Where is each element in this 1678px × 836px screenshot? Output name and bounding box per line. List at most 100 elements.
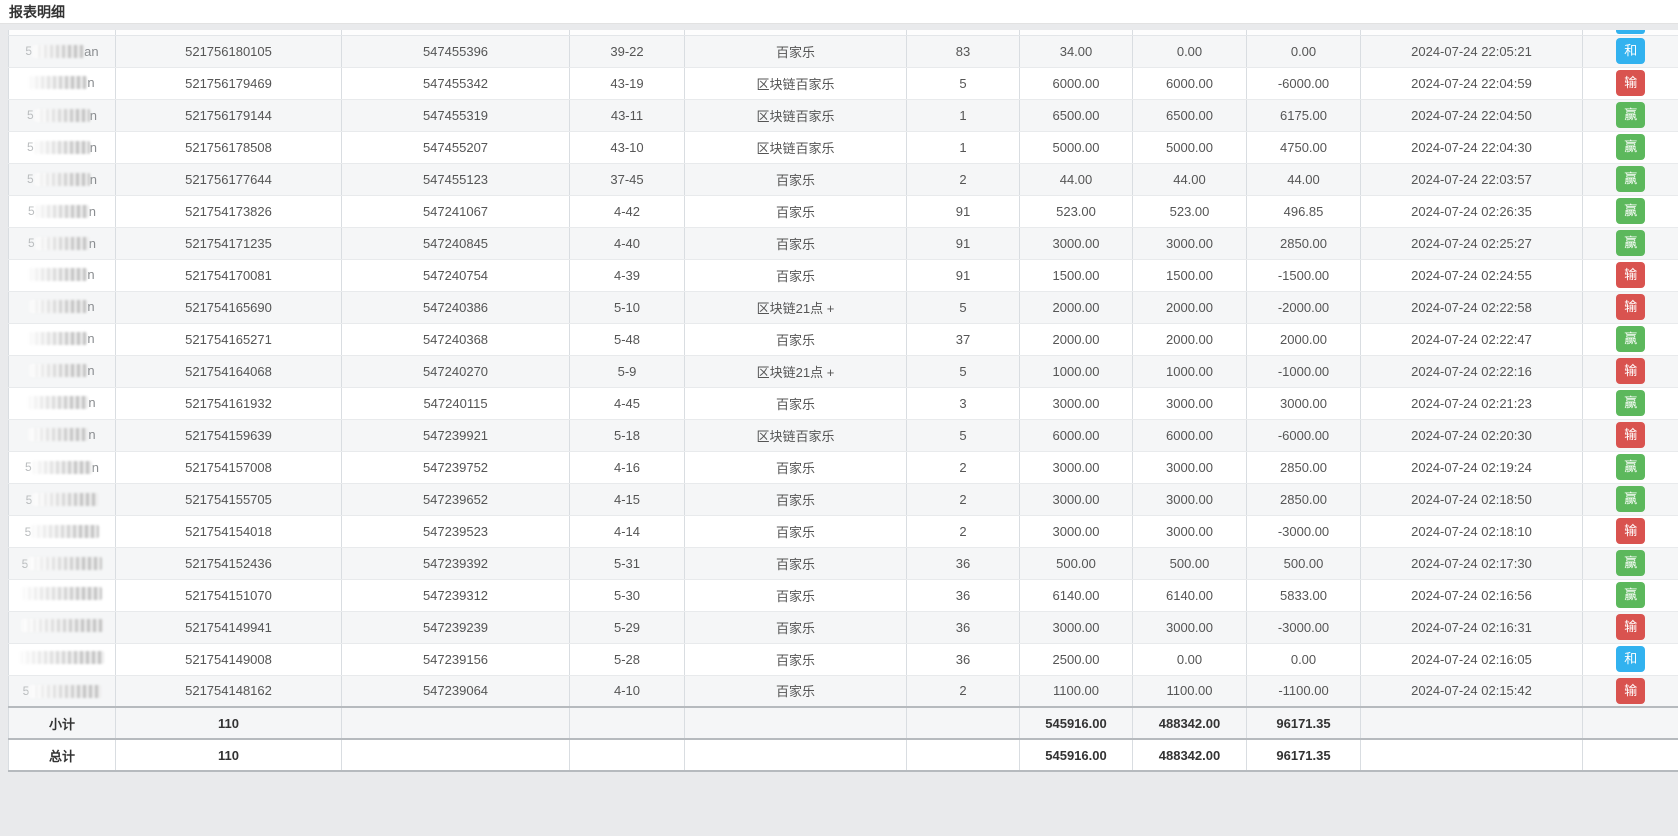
username-cell	[9, 643, 116, 675]
bet-time-cell: 2024-07-24 02:18:50	[1361, 483, 1583, 515]
status-cell: 输	[1583, 419, 1678, 451]
bet-time-cell: 2024-07-24 02:26:35	[1361, 195, 1583, 227]
status-badge-lose: 输	[1616, 358, 1645, 384]
username-cell: 5	[9, 515, 116, 547]
valid-amount-cell: 2000.00	[1133, 291, 1247, 323]
round-no-cell: 547239156	[342, 643, 570, 675]
table-row: 5217541499415472392395-29百家乐363000.00300…	[9, 611, 1678, 643]
username-cell: n	[9, 355, 116, 387]
valid-amount-cell: 0.00	[1133, 643, 1247, 675]
bet-time-cell: 2024-07-24 02:16:31	[1361, 611, 1583, 643]
username-cell: n	[9, 291, 116, 323]
redacted-username	[29, 364, 87, 377]
status-cell: 赢	[1583, 483, 1678, 515]
table-row: 55217541540185472395234-14百家乐23000.00300…	[9, 515, 1678, 547]
bet-amount-cell: 3000.00	[1020, 515, 1133, 547]
username-visible-suffix: n	[87, 267, 94, 282]
bet-time-cell: 2024-07-24 02:20:30	[1361, 419, 1583, 451]
table-row: 5n5217541570085472397524-16百家乐23000.0030…	[9, 451, 1678, 483]
order-no-cell: 521756177644	[116, 163, 342, 195]
table-row: n5217541619325472401154-45百家乐33000.00300…	[9, 387, 1678, 419]
redacted-username	[34, 173, 90, 186]
report-title-bar: 报表明细	[0, 0, 1678, 24]
bet-amount-cell: 500.00	[1020, 547, 1133, 579]
win-loss-cell: 44.00	[1247, 163, 1361, 195]
round-no-cell: 547239392	[342, 547, 570, 579]
round-no-cell: 547239652	[342, 483, 570, 515]
table-seat-cell: 4-14	[570, 515, 685, 547]
redacted-username	[28, 428, 88, 441]
game-name-cell: 区块链百家乐	[685, 99, 907, 131]
round-no-cell: 547240386	[342, 291, 570, 323]
win-loss-cell: 2000.00	[1247, 323, 1361, 355]
redacted-username	[29, 268, 87, 281]
bet-time-cell: 2024-07-24 02:15:42	[1361, 675, 1583, 707]
page-title: 报表明细	[9, 2, 65, 22]
valid-amount-cell: 44.00	[1133, 163, 1247, 195]
status-badge-lose: 输	[1616, 614, 1645, 640]
bet-amount-cell: 3000.00	[1020, 451, 1133, 483]
win-loss-cell: -3000.00	[1247, 611, 1361, 643]
round-no-cell: 547241067	[342, 195, 570, 227]
status-badge-win: 赢	[1616, 486, 1645, 512]
valid-amount-cell: 6000.00	[1133, 419, 1247, 451]
bet-time-cell: 2024-07-24 02:18:10	[1361, 515, 1583, 547]
redacted-username	[32, 45, 84, 58]
round-no-cell: 547240368	[342, 323, 570, 355]
order-no-cell: 521754164068	[116, 355, 342, 387]
table-row: 5n52175617850854745520743-10区块链百家乐15000.…	[9, 131, 1678, 163]
order-no-cell: 521754151070	[116, 579, 342, 611]
subtotal-row: 小计 110 545916.00 488342.00 96171.35	[9, 707, 1678, 739]
valid-amount-cell: 2000.00	[1133, 323, 1247, 355]
table-row: n5217541640685472402705-9区块链21点 +51000.0…	[9, 355, 1678, 387]
bet-count-cell: 5	[907, 355, 1020, 387]
game-name-cell: 区块链21点 +	[685, 355, 907, 387]
bet-amount-cell: 1000.00	[1020, 355, 1133, 387]
table-row: 5217541510705472393125-30百家乐366140.00614…	[9, 579, 1678, 611]
clipped-status-badge	[1616, 30, 1645, 34]
order-no-cell: 521754148162	[116, 675, 342, 707]
status-cell: 输	[1583, 259, 1678, 291]
bet-time-cell: 2024-07-24 22:03:57	[1361, 163, 1583, 195]
username-cell: 5	[9, 483, 116, 515]
bet-count-cell: 91	[907, 195, 1020, 227]
status-badge-win: 赢	[1616, 326, 1645, 352]
status-badge-lose: 输	[1616, 422, 1645, 448]
table-row: n5217541700815472407544-39百家乐911500.0015…	[9, 259, 1678, 291]
table-row: 5n52175617764454745512337-45百家乐244.0044.…	[9, 163, 1678, 195]
username-visible-prefix: 5	[27, 108, 34, 122]
bet-count-cell: 2	[907, 515, 1020, 547]
game-name-cell: 百家乐	[685, 323, 907, 355]
game-name-cell: 区块链百家乐	[685, 419, 907, 451]
valid-amount-cell: 3000.00	[1133, 515, 1247, 547]
round-no-cell: 547240115	[342, 387, 570, 419]
bet-amount-cell: 6500.00	[1020, 99, 1133, 131]
username-cell: 5	[9, 547, 116, 579]
status-cell: 赢	[1583, 387, 1678, 419]
win-loss-cell: -6000.00	[1247, 419, 1361, 451]
bet-time-cell: 2024-07-24 02:16:56	[1361, 579, 1583, 611]
report-table-body: 5an52175618010554745539639-22百家乐8334.000…	[9, 30, 1678, 771]
valid-amount-cell: 1000.00	[1133, 355, 1247, 387]
round-no-cell: 547239239	[342, 611, 570, 643]
username-visible-suffix: an	[84, 44, 98, 59]
status-cell: 输	[1583, 355, 1678, 387]
username-visible-suffix: n	[88, 427, 95, 442]
order-no-cell: 521754152436	[116, 547, 342, 579]
redacted-username	[29, 332, 87, 345]
status-badge-lose: 输	[1616, 518, 1645, 544]
valid-amount-cell: 6140.00	[1133, 579, 1247, 611]
order-no-cell: 521754157008	[116, 451, 342, 483]
status-badge-lose: 输	[1616, 70, 1645, 96]
bet-count-cell: 1	[907, 131, 1020, 163]
subtotal-win-loss: 96171.35	[1247, 707, 1361, 739]
total-valid-amount: 488342.00	[1133, 739, 1247, 771]
game-name-cell: 百家乐	[685, 259, 907, 291]
username-visible-prefix: 5	[26, 493, 33, 507]
table-row: 5n52175617914454745531943-11区块链百家乐16500.…	[9, 99, 1678, 131]
round-no-cell: 547239523	[342, 515, 570, 547]
bet-amount-cell: 6140.00	[1020, 579, 1133, 611]
bet-time-cell: 2024-07-24 02:17:30	[1361, 547, 1583, 579]
username-cell: n	[9, 259, 116, 291]
round-no-cell: 547455319	[342, 99, 570, 131]
